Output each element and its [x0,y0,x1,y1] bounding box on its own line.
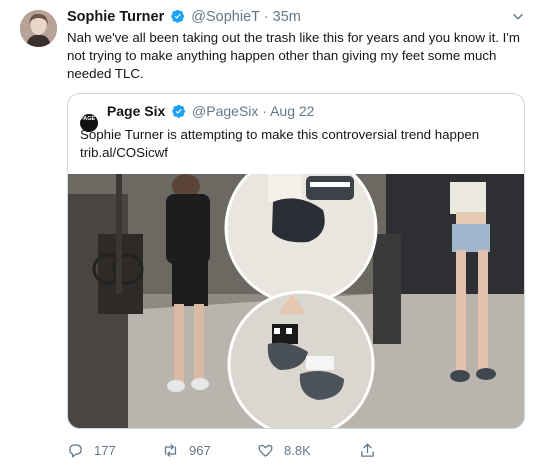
share-button[interactable] [359,442,386,459]
reply-button[interactable]: 177 [67,442,116,459]
quoted-tweet-photo[interactable] [68,174,525,429]
author-handle[interactable]: @SophieT [191,9,259,25]
chevron-down-icon[interactable] [511,10,525,24]
quoted-tweet-text: Sophie Turner is attempting to make this… [80,126,516,162]
quoted-tweet-body: Sophie Turner is attempting to make this… [80,127,480,142]
tweet: Sophie Turner @SophieT · 35m Nah we've a… [0,0,543,471]
avatar-photo [20,10,57,47]
share-icon [361,443,374,457]
author-name[interactable]: Sophie Turner [67,9,164,25]
reply-count: 177 [94,443,116,458]
separator-dot: · [263,9,269,25]
reply-icon [69,444,82,458]
tweet-actions: 177 967 8.8K [67,440,527,462]
retweet-button[interactable]: 967 [162,442,211,459]
separator-dot: · [262,103,267,119]
like-icon [258,444,273,457]
avatar[interactable] [20,10,57,47]
quoted-tweet[interactable]: PAGE SIX Page Six @PageSix · Aug 22 Soph… [67,93,525,429]
quoted-author-handle: @PageSix [192,103,259,119]
retweet-icon [164,444,177,457]
like-count: 8.8K [284,443,311,458]
quoted-tweet-date: Aug 22 [270,103,315,119]
verified-badge-icon [171,9,185,23]
quoted-author-name: Page Six [106,103,166,119]
tweet-time[interactable]: 35m [273,9,301,25]
quoted-tweet-link[interactable]: trib.al/COSicwf [80,144,516,162]
verified-badge-icon [172,104,186,118]
retweet-count: 967 [189,443,211,458]
like-button[interactable]: 8.8K [257,442,311,459]
tweet-text: Nah we've all been taking out the trash … [67,30,520,81]
tweet-header: Sophie Turner @SophieT · 35m [67,9,301,25]
